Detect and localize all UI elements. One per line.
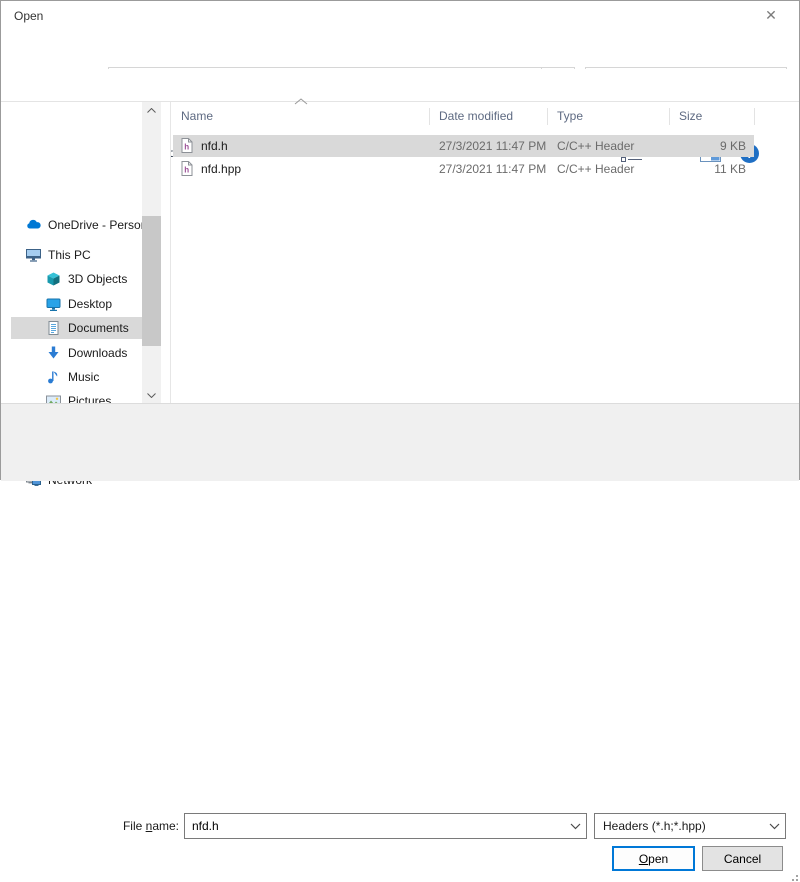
music-icon (45, 369, 62, 385)
file-name-input[interactable] (185, 814, 564, 838)
svg-text:h: h (184, 166, 189, 175)
label-mnemonic: n (146, 819, 153, 833)
scrollbar-thumb[interactable] (142, 216, 161, 346)
chevron-up-icon (147, 108, 156, 113)
file-type-value: Headers (*.h;*.hpp) (595, 819, 763, 833)
sidebar-item-music[interactable]: Music (45, 366, 142, 388)
column-headers: Name Date modified Type Size (171, 103, 791, 130)
onedrive-cloud-icon (25, 217, 42, 233)
sidebar-item-label: Music (68, 370, 99, 384)
file-date-modified: 27/3/2021 11:47 PM (439, 135, 546, 157)
open-label: pen (648, 852, 668, 866)
header-file-icon: h (181, 161, 193, 176)
open-label-mnemonic: O (639, 852, 648, 866)
file-type-combobox[interactable]: Headers (*.h;*.hpp) (594, 813, 786, 839)
scroll-up-button[interactable] (142, 102, 161, 118)
sidebar-item-label: Downloads (68, 346, 127, 360)
file-name-label: File name: (41, 814, 179, 839)
sidebar-item-label: 3D Objects (68, 272, 127, 286)
file-size: 11 KB (621, 158, 746, 180)
resize-grip-icon[interactable] (787, 870, 799, 882)
downloads-icon (45, 345, 62, 361)
cancel-button[interactable]: Cancel (702, 846, 783, 871)
sidebar-item-label: OneDrive - Person (48, 218, 142, 232)
column-header-type[interactable]: Type (547, 103, 669, 130)
sidebar-item-onedrive[interactable]: OneDrive - Person (25, 214, 142, 236)
file-size: 9 KB (621, 135, 746, 157)
file-type-dropdown-button[interactable] (763, 814, 785, 838)
file-name-combobox (184, 813, 587, 839)
column-header-name[interactable]: Name (171, 103, 429, 130)
file-name: nfd.h (201, 135, 228, 157)
computer-icon (25, 247, 42, 263)
title-bar: Open ✕ (1, 1, 799, 31)
sidebar-item-this-pc[interactable]: This PC (25, 244, 142, 266)
sidebar-item-label: This PC (48, 248, 91, 262)
file-name-dropdown-button[interactable] (564, 814, 586, 838)
sidebar-item-3d-objects[interactable]: 3D Objects (45, 268, 142, 290)
sidebar-scrollbar[interactable] (142, 102, 161, 403)
sidebar-item-desktop[interactable]: Desktop (45, 293, 142, 315)
column-header-date-modified[interactable]: Date modified (429, 103, 547, 130)
3d-cube-icon (45, 271, 62, 287)
file-row-nfd-hpp[interactable]: h nfd.hpp 27/3/2021 11:47 PM C/C++ Heade… (171, 158, 791, 180)
file-date-modified: 27/3/2021 11:47 PM (439, 158, 546, 180)
sidebar-item-label: Desktop (68, 297, 112, 311)
open-button[interactable]: Open (612, 846, 695, 871)
open-file-dialog: Open ✕ « GitHub › nativefiledialog › src (0, 0, 800, 480)
label-text: File (123, 819, 146, 833)
scroll-down-button[interactable] (142, 387, 161, 403)
navigation-pane: OneDrive - Person This PC 3D Objects Des… (1, 102, 170, 403)
chevron-down-icon (769, 823, 780, 830)
dialog-footer: File name: Headers (*.h;*.hpp) Open Canc… (1, 403, 799, 481)
documents-icon (45, 320, 62, 336)
column-divider[interactable] (754, 108, 755, 125)
desktop-icon (45, 296, 62, 312)
label-text: ame: (152, 819, 179, 833)
sidebar-item-downloads[interactable]: Downloads (45, 342, 142, 364)
command-bar: Organize New folder ? (1, 69, 799, 102)
cancel-label: Cancel (724, 852, 761, 866)
close-button[interactable]: ✕ (755, 1, 787, 30)
chevron-down-icon (147, 393, 156, 398)
column-header-size[interactable]: Size (669, 103, 754, 130)
chevron-down-icon (570, 823, 581, 830)
header-file-icon: h (181, 138, 193, 153)
dialog-title: Open (14, 1, 43, 31)
svg-text:h: h (184, 143, 189, 152)
file-name: nfd.hpp (201, 158, 241, 180)
sidebar-item-label: Documents (68, 321, 129, 335)
close-icon: ✕ (765, 7, 777, 24)
navigation-bar: « GitHub › nativefiledialog › src › incl… (1, 31, 799, 69)
file-row-nfd-h[interactable]: h nfd.h 27/3/2021 11:47 PM C/C++ Header … (171, 135, 791, 157)
sidebar-item-documents[interactable]: Documents (45, 317, 142, 339)
